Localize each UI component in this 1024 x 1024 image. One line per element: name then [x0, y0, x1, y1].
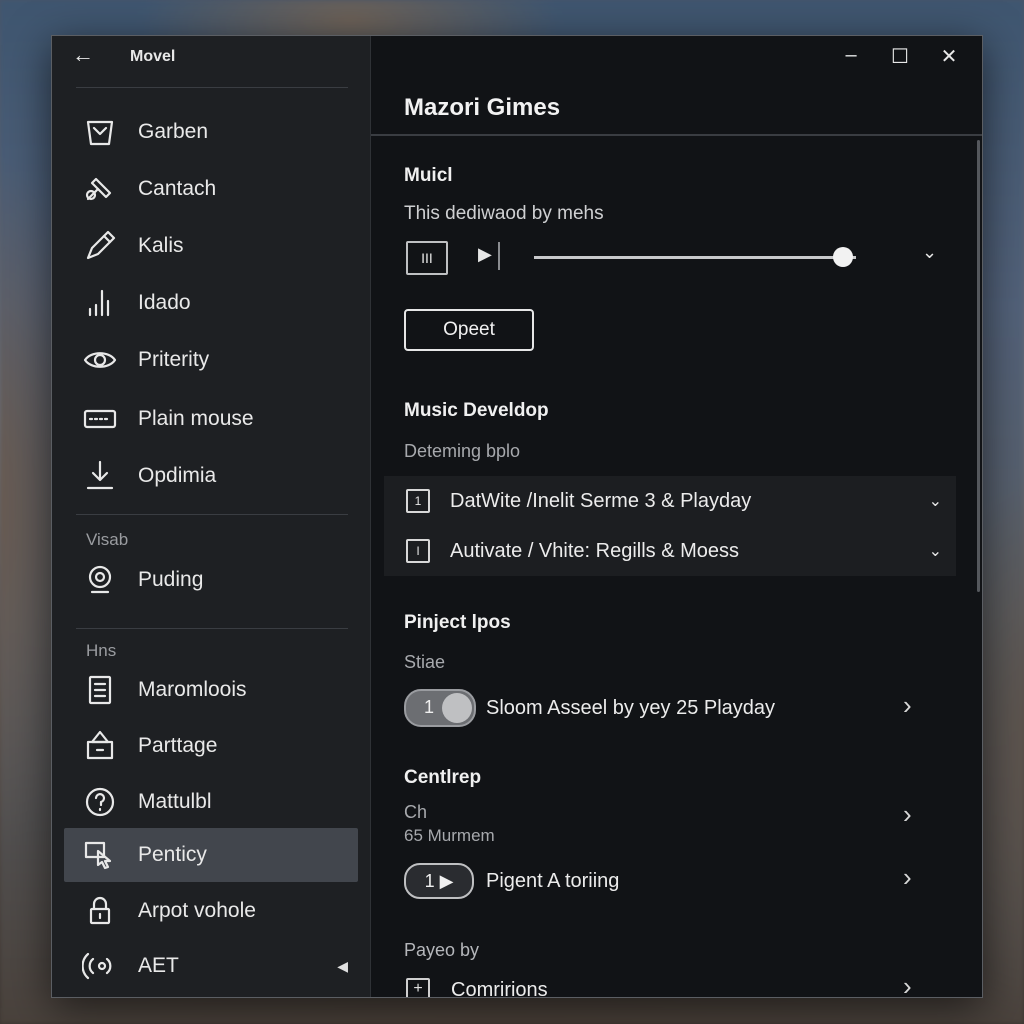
sidebar-item-label: Priterity — [138, 348, 210, 371]
divider — [498, 242, 500, 270]
sidebar-item-garben[interactable]: Garben — [64, 105, 358, 159]
chevron-right-icon[interactable]: › — [903, 799, 912, 830]
sidebar-item-label: Opdimia — [138, 464, 217, 487]
develop-subtitle: Deteming bplo — [404, 441, 521, 461]
sidebar-item-label: Parttage — [138, 734, 218, 757]
pause-button[interactable]: III — [406, 241, 448, 275]
sidebar-item-aet[interactable]: AET ◀ — [64, 939, 358, 993]
toggle-switch[interactable]: 1 — [404, 689, 476, 727]
sidebar-header: ← Movel — [52, 36, 370, 84]
chevron-right-icon[interactable]: › — [903, 690, 912, 721]
sidebar-title: Movel — [130, 48, 176, 65]
toggle-knob — [442, 693, 472, 723]
sidebar-item-arpot-vohole[interactable]: Arpot vohole — [64, 884, 358, 938]
close-button[interactable]: ✕ — [931, 44, 967, 69]
sidebar-item-cantach[interactable]: Cantach — [64, 162, 358, 216]
sidebar-item-plain-mouse[interactable]: Plain mouse — [64, 392, 358, 446]
list-item[interactable]: 1 DatWite /Inelit Serme 3 & Playday ⌄ — [384, 476, 956, 526]
sidebar-item-label: Penticy — [138, 843, 207, 866]
play-icon[interactable]: ▶ — [478, 244, 492, 265]
list-item[interactable]: I Autivate / Vhite: Regills & Moess ⌄ — [384, 526, 956, 576]
sidebar-item-label: Garben — [138, 120, 209, 143]
develop-list: 1 DatWite /Inelit Serme 3 & Playday ⌄ I … — [384, 476, 956, 576]
webcam-icon — [80, 562, 120, 598]
sidebar-item-label: Arpot vohole — [138, 899, 256, 922]
help-circle-icon — [80, 784, 120, 820]
sidebar-item-label: Plain mouse — [138, 407, 254, 430]
section-label-visab: Visab — [86, 530, 129, 549]
sidebar-item-idado[interactable]: Idado — [64, 276, 358, 330]
sidebar-item-mattulbl[interactable]: Mattulbl — [64, 775, 358, 829]
centrep-row-text: Pigent A toriing — [486, 870, 620, 892]
sidebar-item-priterity[interactable]: Priterity — [64, 333, 358, 387]
sidebar-item-parttage[interactable]: Parttage — [64, 719, 358, 773]
maximize-button[interactable]: ☐ — [882, 44, 918, 69]
chevron-down-icon[interactable]: ⌄ — [929, 541, 942, 561]
chevron-right-icon[interactable]: › — [903, 862, 912, 893]
sidebar-item-label: Idado — [138, 291, 191, 314]
divider — [76, 514, 348, 515]
list-item-text: Autivate / Vhite: Regills & Moess — [450, 539, 740, 562]
open-button[interactable]: Opeet — [404, 309, 534, 351]
divider — [76, 87, 348, 88]
list-item-marker: I — [406, 539, 430, 563]
sidebar-item-puding[interactable]: Puding — [64, 553, 358, 607]
download-icon — [80, 458, 120, 494]
back-arrow-icon[interactable]: ← — [72, 42, 94, 68]
music-heading: Muicl — [404, 165, 453, 186]
centrep-line2: 65 Murmem — [404, 826, 495, 845]
package-icon — [80, 728, 120, 764]
chevron-right-icon[interactable]: › — [903, 971, 912, 997]
play-pill-button[interactable]: 1 ▶ — [404, 863, 474, 899]
chevron-down-icon[interactable]: ⌄ — [929, 491, 942, 511]
sidebar-item-label: Mattulbl — [138, 790, 212, 813]
toggle-value: 1 — [424, 697, 435, 717]
sidebar-item-label: AET — [138, 954, 179, 977]
main-panel: – ☐ ✕ Mazori Gimes Muicl This dediwaod b… — [371, 36, 982, 997]
progress-track[interactable] — [534, 256, 856, 259]
sidebar-item-label: Puding — [138, 568, 204, 591]
app-window: ← Movel Garben Cantach Kalis Idado Prite… — [51, 35, 983, 998]
caret-left-icon: ◀ — [337, 957, 348, 974]
sidebar-item-label: Maromloois — [138, 678, 247, 701]
keyboard-icon — [80, 401, 120, 437]
centrep-heading: Centlrep — [404, 767, 482, 788]
project-heading: Pinject lpos — [404, 612, 511, 633]
media-player: III ▶ ⌄ — [404, 238, 944, 278]
sidebar-item-label: Cantach — [138, 177, 217, 200]
sidebar-item-opdimia[interactable]: Opdimia — [64, 449, 358, 503]
eye-icon — [80, 342, 120, 378]
project-row-text: Sloom Asseel by yey 25 Playday — [486, 697, 776, 719]
lock-icon — [80, 893, 120, 929]
page-header: Mazori Gimes — [371, 84, 982, 136]
progress-thumb[interactable] — [833, 247, 854, 267]
document-icon — [80, 672, 120, 708]
section-label-hns: Hns — [86, 641, 117, 660]
list-item-text: DatWite /Inelit Serme 3 & Playday — [450, 489, 752, 512]
pencil-icon — [80, 228, 120, 264]
project-subtitle: Stiae — [404, 652, 446, 672]
develop-heading: Music Develdop — [404, 400, 549, 421]
centrep-line1: Ch — [404, 802, 428, 822]
audio-signal-icon — [80, 948, 120, 984]
add-box-icon[interactable]: + — [406, 978, 430, 997]
tools-icon — [80, 171, 120, 207]
payeo-heading: Payeo by — [404, 940, 480, 960]
pointer-hand-icon — [80, 837, 120, 873]
scrollbar[interactable] — [977, 140, 980, 592]
sidebar: ← Movel Garben Cantach Kalis Idado Prite… — [52, 36, 371, 997]
basket-icon — [80, 114, 120, 150]
chevron-down-icon[interactable]: ⌄ — [922, 242, 937, 263]
page-title: Mazori Gimes — [404, 94, 561, 121]
divider — [76, 628, 348, 629]
sidebar-item-maromloois[interactable]: Maromloois — [64, 663, 358, 717]
payeo-row-text: Comririons — [451, 979, 548, 998]
music-description: This dediwaod by mehs — [404, 203, 604, 224]
sidebar-item-kalis[interactable]: Kalis — [64, 219, 358, 273]
list-item-marker: 1 — [406, 489, 430, 513]
minimize-button[interactable]: – — [833, 44, 869, 67]
sidebar-item-penticy[interactable]: Penticy — [64, 828, 358, 882]
sidebar-item-label: Kalis — [138, 234, 184, 257]
bars-icon — [80, 285, 120, 321]
